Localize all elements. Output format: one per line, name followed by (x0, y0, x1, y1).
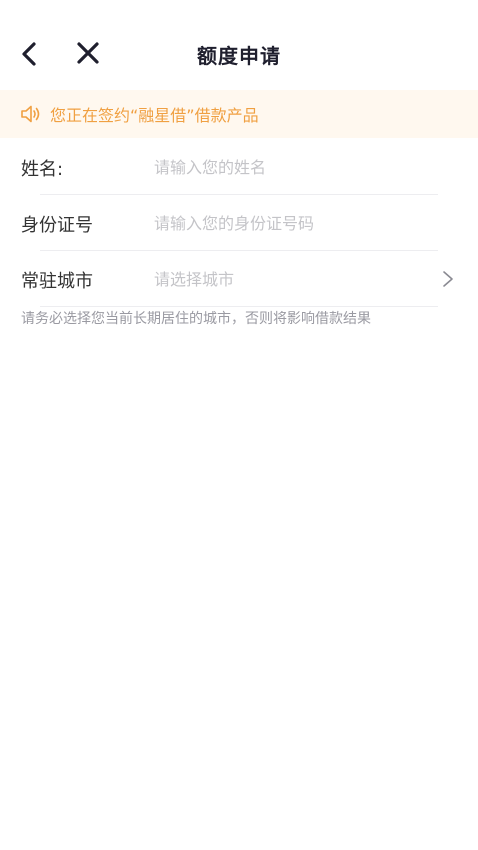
header: 额度申请 (0, 0, 478, 90)
id-number-label: 身份证号 (21, 215, 93, 236)
name-row: 姓名: (0, 139, 478, 195)
id-number-input[interactable] (154, 207, 424, 239)
notice-bar: 您正在签约“融星借”借款产品 (0, 90, 478, 138)
notice-text: 您正在签约“融星借”借款产品 (50, 106, 259, 125)
id-number-row: 身份证号 (0, 195, 478, 251)
name-label: 姓名: (21, 159, 64, 180)
speaker-icon (21, 105, 40, 123)
chevron-right-icon[interactable] (440, 269, 456, 289)
name-input[interactable] (154, 151, 424, 183)
loan-application-page: 额度申请 您正在签约“融星借”借款产品 姓名: 身份证号 常驻城市 请务必选择您… (0, 0, 478, 850)
city-label: 常驻城市 (21, 271, 93, 292)
page-title: 额度申请 (197, 44, 281, 68)
city-hint-text: 请务必选择您当前长期居住的城市，否则将影响借款结果 (21, 311, 371, 327)
city-select[interactable] (154, 263, 424, 295)
city-row[interactable]: 常驻城市 (0, 251, 478, 307)
divider (40, 306, 438, 307)
